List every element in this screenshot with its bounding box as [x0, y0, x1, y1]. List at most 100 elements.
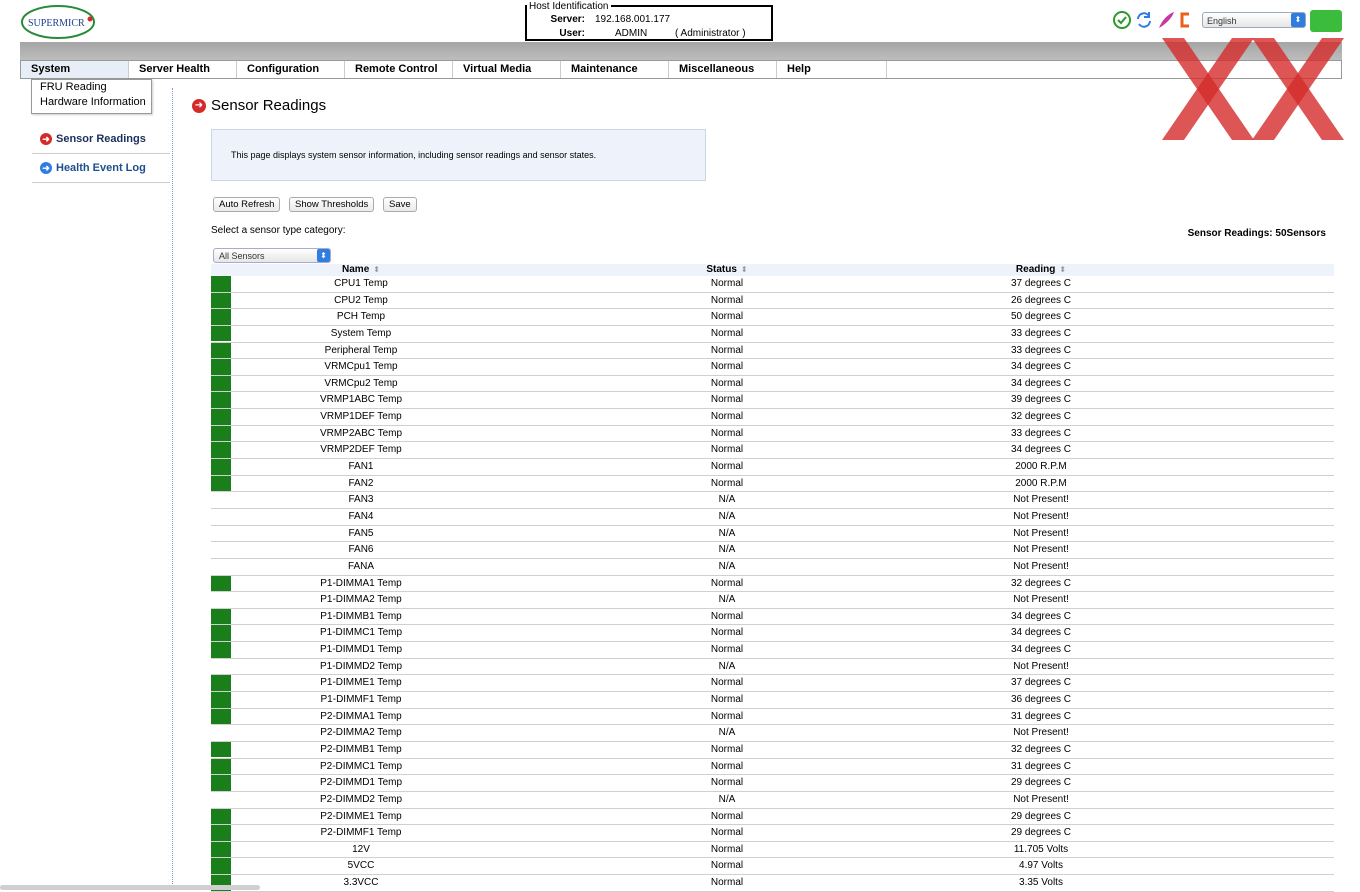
sensor-reading: Not Present!	[1013, 494, 1069, 506]
column-header-reading[interactable]: Reading ⬍	[941, 264, 1141, 276]
arrow-right-red-icon: ➜	[40, 133, 52, 146]
status-indicator	[211, 741, 231, 758]
sensor-name: P2-DIMMA2 Temp	[320, 727, 402, 739]
table-row: CPU2 Temp Normal 26 degrees C	[211, 292, 1334, 310]
language-select[interactable]: English ⬍	[1202, 12, 1306, 28]
table-row: P1-DIMMC1 Temp Normal 34 degrees C	[211, 625, 1334, 643]
sensor-status: N/A	[718, 544, 736, 556]
sensor-status: Normal	[710, 827, 744, 839]
status-indicator	[211, 492, 231, 508]
header-gray-bar	[20, 42, 1342, 60]
sensor-reading: Not Present!	[1013, 560, 1069, 572]
table-row: Peripheral Temp Normal 33 degrees C	[211, 342, 1334, 360]
status-indicator	[211, 342, 231, 359]
menu-server-health[interactable]: Server Health	[129, 61, 237, 78]
sensor-reading: 33 degrees C	[1010, 427, 1072, 439]
sensor-status: Normal	[710, 444, 744, 456]
header: SUPERMICR Host Identification Server: 19…	[0, 0, 1360, 42]
table-row: P1-DIMMB1 Temp Normal 34 degrees C	[211, 608, 1334, 626]
sensor-status: Normal	[710, 311, 744, 323]
status-indicator	[211, 775, 231, 791]
sensor-name: VRMCpu1 Temp	[324, 361, 398, 373]
sensor-status: Normal	[710, 694, 744, 706]
sensor-name: FAN5	[348, 527, 374, 539]
table-row: PCH Temp Normal 50 degrees C	[211, 309, 1334, 326]
sensor-status: N/A	[718, 594, 736, 606]
menu-virtual-media[interactable]: Virtual Media	[453, 61, 561, 78]
save-button[interactable]: Save	[383, 197, 417, 212]
status-indicator	[211, 475, 231, 492]
sensor-count: Sensor Readings: 50Sensors	[1187, 228, 1326, 239]
sensor-status: Normal	[710, 411, 744, 423]
sensor-status: Normal	[710, 677, 744, 689]
refresh-icon[interactable]	[1134, 10, 1154, 30]
status-indicator	[211, 276, 231, 292]
sensor-reading: 32 degrees C	[1010, 743, 1072, 755]
column-header-status[interactable]: Status ⬍	[627, 264, 827, 276]
sensor-status: N/A	[718, 494, 736, 506]
sensor-category-select[interactable]: All Sensors ⬍	[213, 248, 331, 263]
user-role: ( Administrator )	[675, 28, 746, 39]
status-indicator	[211, 841, 231, 858]
status-indicator	[211, 309, 231, 325]
table-row: P2-DIMMA1 Temp Normal 31 degrees C	[211, 708, 1334, 726]
system-dropdown-menu: FRU Reading Hardware Information	[31, 79, 152, 114]
column-header-name[interactable]: Name ⬍	[231, 264, 491, 276]
sidebar-item-label: Health Event Log	[56, 162, 146, 174]
sensor-name: PCH Temp	[336, 311, 386, 323]
sensor-name: CPU2 Temp	[334, 294, 388, 306]
sort-icon: ⬍	[373, 265, 380, 274]
check-circle-icon[interactable]	[1112, 10, 1132, 30]
sensor-name: P2-DIMMF1 Temp	[320, 827, 402, 839]
table-row: FAN2 Normal 2000 R.P.M	[211, 475, 1334, 493]
sidebar-item-sensor-readings[interactable]: ➜ Sensor Readings	[32, 125, 170, 154]
dropdown-hardware-information[interactable]: Hardware Information	[32, 95, 151, 110]
select-arrow-icon: ⬍	[1291, 13, 1305, 27]
menu-help[interactable]: Help	[777, 61, 887, 78]
logout-icon[interactable]	[1176, 10, 1196, 30]
sensor-status: N/A	[718, 793, 736, 805]
menu-remote-control[interactable]: Remote Control	[345, 61, 453, 78]
feather-icon[interactable]	[1156, 10, 1176, 30]
sensor-name: P1-DIMMA1 Temp	[320, 577, 402, 589]
status-indicator	[211, 758, 231, 775]
status-indicator	[211, 608, 231, 625]
sensor-status: Normal	[710, 627, 744, 639]
sensor-reading: 33 degrees C	[1010, 327, 1072, 339]
status-indicator	[211, 825, 231, 841]
status-indicator	[211, 526, 231, 542]
sensor-status: N/A	[718, 510, 736, 522]
table-row: 5VCC Normal 4.97 Volts	[211, 858, 1334, 876]
sensor-reading: 31 degrees C	[1010, 760, 1072, 772]
table-row: P2-DIMMC1 Temp Normal 31 degrees C	[211, 758, 1334, 776]
table-row: P1-DIMMD1 Temp Normal 34 degrees C	[211, 642, 1334, 659]
sensor-name: P1-DIMMC1 Temp	[319, 627, 403, 639]
sensor-status: Normal	[710, 344, 744, 356]
logo-text: SUPERMICR	[28, 18, 85, 29]
language-go-button[interactable]	[1310, 10, 1342, 32]
menu-configuration[interactable]: Configuration	[237, 61, 345, 78]
sensor-reading: 32 degrees C	[1010, 411, 1072, 423]
sensor-status: Normal	[710, 710, 744, 722]
sidebar-item-health-event-log[interactable]: ➜ Health Event Log	[32, 154, 170, 183]
dropdown-fru-reading[interactable]: FRU Reading	[32, 80, 151, 95]
status-indicator	[211, 575, 231, 592]
sensor-reading: 34 degrees C	[1010, 627, 1072, 639]
sidebar-divider	[172, 88, 173, 890]
status-indicator	[211, 325, 231, 342]
status-indicator	[211, 808, 231, 824]
supermicro-logo[interactable]: SUPERMICR	[20, 4, 96, 40]
table-row: 12V Normal 11.705 Volts	[211, 841, 1334, 859]
table-row: P2-DIMMA2 Temp N/A Not Present!	[211, 725, 1334, 742]
menu-miscellaneous[interactable]: Miscellaneous	[669, 61, 777, 78]
horizontal-scrollbar[interactable]	[0, 885, 260, 890]
sensor-reading: 31 degrees C	[1010, 710, 1072, 722]
sensor-status: Normal	[710, 477, 744, 489]
menu-maintenance[interactable]: Maintenance	[561, 61, 669, 78]
auto-refresh-button[interactable]: Auto Refresh	[213, 197, 281, 212]
show-thresholds-button[interactable]: Show Thresholds	[289, 197, 375, 212]
sensor-reading: 34 degrees C	[1010, 610, 1072, 622]
table-row: VRMCpu1 Temp Normal 34 degrees C	[211, 359, 1334, 376]
menu-system[interactable]: System	[21, 61, 129, 78]
sensor-name: 3.3VCC	[343, 877, 379, 889]
